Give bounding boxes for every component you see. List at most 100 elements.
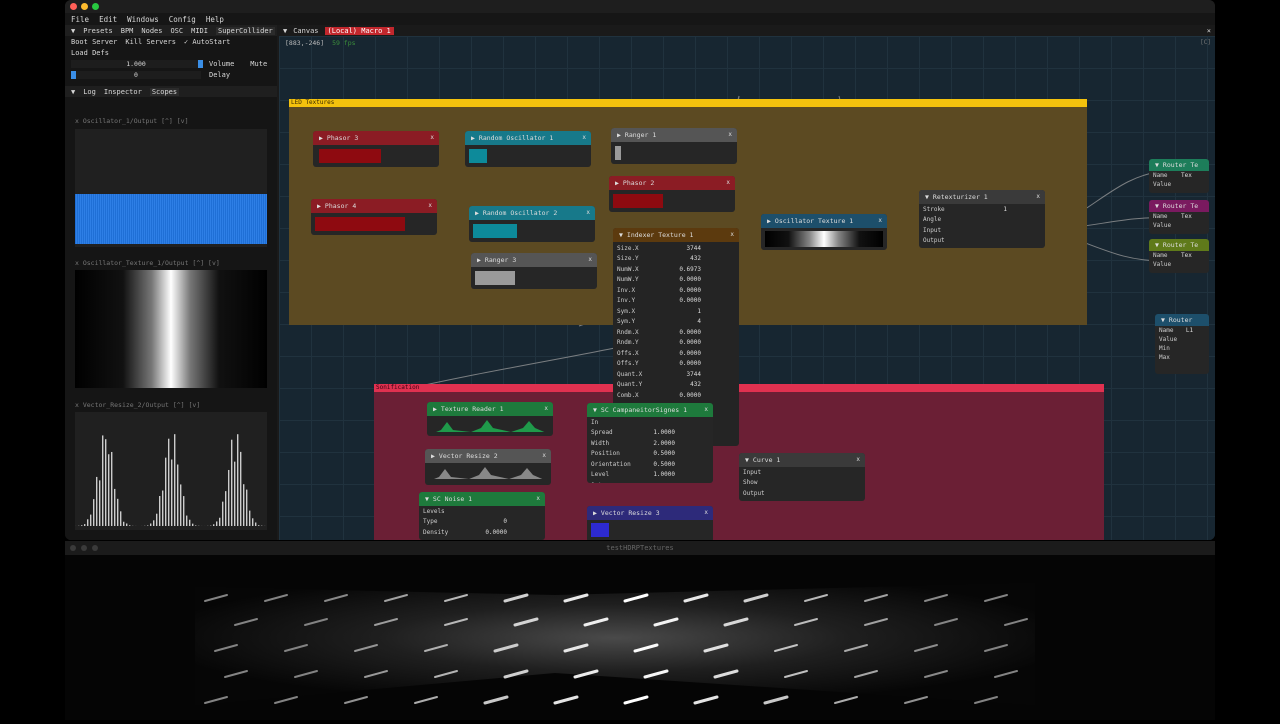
param-row[interactable]: Offs.Y0.0000 — [613, 359, 739, 370]
tab-canvas[interactable]: Canvas — [293, 27, 318, 35]
param-row[interactable]: NumW.X0.6973 — [613, 264, 739, 275]
param-row[interactable]: Sym.X1 — [613, 306, 739, 317]
volume-slider-handle[interactable] — [198, 60, 203, 68]
menu-windows[interactable]: Windows — [127, 15, 159, 24]
param-row[interactable]: Size.X3744 — [613, 243, 739, 254]
param-value[interactable]: Tex — [1181, 213, 1205, 220]
param-row[interactable]: NameL1 — [1155, 326, 1209, 335]
close-icon[interactable]: x — [730, 231, 734, 238]
zoom-window-button[interactable] — [92, 3, 99, 10]
delay-slider[interactable]: 0 — [71, 71, 201, 79]
node-random-oscillator-1[interactable]: ▶Random Oscillator 1 x — [465, 131, 591, 167]
param-value[interactable]: 0.0000 — [657, 392, 701, 399]
node-header[interactable]: ▼Indexer Texture 1 — [613, 228, 739, 242]
close-icon[interactable]: x — [582, 134, 586, 141]
param-value[interactable]: 0.0000 — [657, 276, 701, 283]
menu-help[interactable]: Help — [206, 15, 224, 24]
param-row[interactable]: Position0.5000 — [587, 449, 713, 460]
play-icon[interactable]: ▶ — [615, 179, 619, 187]
node-phasor-3[interactable]: ▶Phasor 3 x — [313, 131, 439, 167]
collapse-icon[interactable]: ▼ — [71, 88, 75, 96]
node-canvas[interactable]: [883,-246] 59 fps [C] — [279, 36, 1215, 540]
close-window-button[interactable] — [70, 3, 77, 10]
close-icon[interactable]: x — [728, 131, 732, 138]
param-value[interactable]: 1 — [657, 308, 701, 315]
node-oscillator-texture-1[interactable]: ▶Oscillator Texture 1 x — [761, 214, 887, 250]
param-row[interactable]: Value — [1149, 260, 1209, 269]
param-value[interactable]: 0.0000 — [657, 339, 701, 346]
param-row[interactable]: Max — [1155, 353, 1209, 362]
param-row[interactable]: Orientation0.5000 — [587, 459, 713, 470]
minimize-window-button[interactable] — [81, 545, 87, 551]
close-window-button[interactable] — [70, 545, 76, 551]
node-vector-resize-3[interactable]: ▶Vector Resize 3 x — [587, 506, 713, 540]
node-header[interactable]: ▼SC CampaneitorSignes 1 — [587, 403, 713, 417]
close-icon[interactable]: x — [428, 202, 432, 209]
close-icon[interactable]: x — [430, 134, 434, 141]
param-row[interactable]: Value — [1149, 221, 1209, 230]
param-row[interactable]: NumW.Y0.0000 — [613, 275, 739, 286]
menu-config[interactable]: Config — [169, 15, 196, 24]
param-row[interactable]: Rndm.X0.0000 — [613, 327, 739, 338]
param-value[interactable]: 0.6973 — [657, 266, 701, 273]
play-icon[interactable]: ▶ — [319, 134, 323, 142]
node-header[interactable]: ▼Router Te — [1149, 239, 1209, 251]
collapse-icon[interactable]: ▼ — [745, 456, 749, 464]
mute-button[interactable]: Mute — [250, 60, 267, 68]
param-row[interactable]: Comb.X0.0000 — [613, 390, 739, 401]
node-header[interactable]: ▼Retexturizer 1 — [919, 190, 1045, 204]
node-sc-campaneitorsignes-1[interactable]: ▼SC CampaneitorSignes 1 x InSpread1.0000… — [587, 403, 713, 483]
node-random-oscillator-2[interactable]: ▶Random Oscillator 2 x — [469, 206, 595, 242]
tab-osc[interactable]: OSC — [170, 27, 183, 35]
node-router-3[interactable]: ▼Router Te NameTexValue — [1149, 239, 1209, 273]
close-icon[interactable]: x — [704, 509, 708, 516]
tab-supercollider[interactable]: SuperCollider — [216, 27, 275, 35]
param-row[interactable]: NameTex — [1149, 171, 1209, 180]
param-row[interactable]: Sym.Y4 — [613, 317, 739, 328]
collapse-icon[interactable]: ▼ — [1155, 161, 1159, 169]
boot-server-button[interactable]: Boot Server — [71, 38, 117, 46]
param-value[interactable]: 432 — [657, 255, 701, 262]
collapse-icon[interactable]: ▼ — [425, 495, 429, 503]
collapse-icon[interactable]: ▼ — [925, 193, 929, 201]
node-header[interactable]: ▼Curve 1 — [739, 453, 865, 467]
node-router-1[interactable]: ▼Router Te NameTexValue — [1149, 159, 1209, 193]
node-header[interactable]: ▶Random Oscillator 1 — [465, 131, 591, 145]
param-row[interactable]: Output — [739, 488, 865, 499]
param-value[interactable]: 1.0000 — [631, 429, 675, 436]
node-header[interactable]: ▶Ranger 1 — [611, 128, 737, 142]
node-header[interactable]: ▶Vector Resize 3 — [587, 506, 713, 520]
node-header[interactable]: ▶Vector Resize 2 — [425, 449, 551, 463]
param-value[interactable]: 1 — [963, 206, 1007, 213]
play-icon[interactable]: ▶ — [433, 405, 437, 413]
tab-bpm[interactable]: BPM — [121, 27, 134, 35]
node-curve-1[interactable]: ▼Curve 1 x InputShowOutput — [739, 453, 865, 501]
play-icon[interactable]: ▶ — [617, 131, 621, 139]
play-icon[interactable]: ▶ — [431, 452, 435, 460]
node-retexturizer-1[interactable]: ▼Retexturizer 1 x Stroke1AngleInputOutpu… — [919, 190, 1045, 248]
param-value[interactable]: 0.5000 — [631, 461, 675, 468]
node-router-2[interactable]: ▼Router Te NameTexValue — [1149, 200, 1209, 234]
node-header[interactable]: ▶Phasor 2 — [609, 176, 735, 190]
node-phasor-2[interactable]: ▶Phasor 2 x — [609, 176, 735, 212]
close-icon[interactable]: x — [544, 405, 548, 412]
param-value[interactable]: 0.5000 — [631, 450, 675, 457]
node-header[interactable]: ▶Texture Reader 1 — [427, 402, 553, 416]
load-defs-button[interactable]: Load Defs — [71, 49, 109, 57]
tab-log[interactable]: Log — [83, 88, 96, 96]
param-value[interactable]: 1.0000 — [631, 471, 675, 478]
param-value[interactable]: 0.0000 — [657, 297, 701, 304]
param-row[interactable]: Show — [739, 478, 865, 489]
param-value[interactable]: 3744 — [657, 371, 701, 378]
volume-slider[interactable]: 1.000 — [71, 60, 201, 68]
collapse-icon[interactable]: ▼ — [71, 27, 75, 35]
close-canvas-button[interactable]: × — [1207, 27, 1211, 35]
close-icon[interactable]: x — [588, 256, 592, 263]
param-row[interactable]: Offs.X0.0000 — [613, 348, 739, 359]
close-icon[interactable]: x — [1036, 193, 1040, 200]
param-row[interactable]: Density0.0000 — [419, 527, 545, 538]
autostart-checkbox[interactable]: ✓ AutoStart — [184, 38, 230, 46]
param-row[interactable]: Output — [919, 236, 1045, 247]
close-icon[interactable]: x — [704, 406, 708, 413]
play-icon[interactable]: ▶ — [593, 509, 597, 517]
